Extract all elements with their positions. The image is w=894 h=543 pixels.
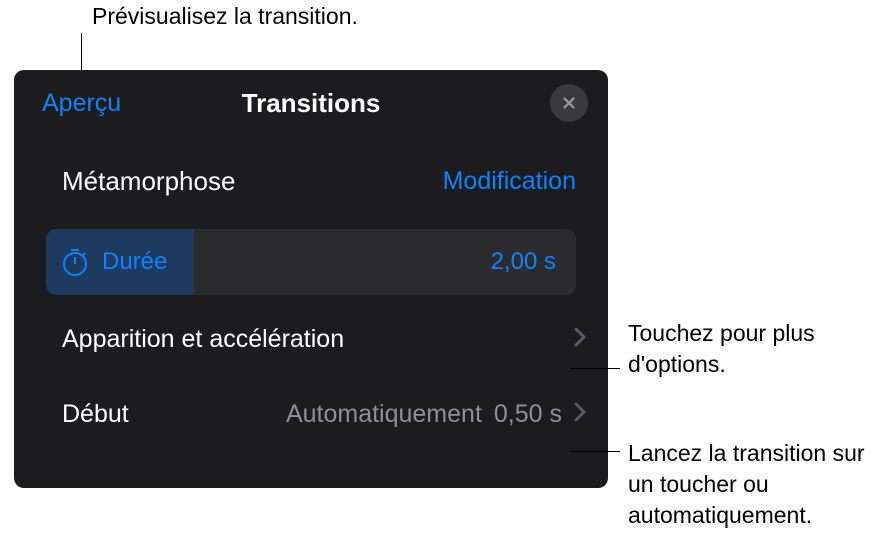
transitions-panel: Aperçu Transitions Métamorphose Modifica… [14,70,608,488]
start-delay-value: 0,50 s [494,400,562,429]
appearance-label: Apparition et accélération [62,325,344,354]
duration-label: Durée [102,248,167,276]
callout-more-options-text: Touchez pour plus d'options. [628,318,894,380]
duration-left-group: Durée [60,247,167,277]
callout-start-text: Lancez la transition sur un toucher ou a… [628,438,894,531]
duration-value: 2,00 s [491,248,556,276]
start-row[interactable]: Début Automatiquement 0,50 s [14,378,608,453]
appearance-acceleration-row[interactable]: Apparition et accélération [14,295,608,378]
callout-leader-line [570,368,620,369]
duration-content: Durée 2,00 s [46,229,576,295]
close-icon [560,94,578,112]
transition-name-label: Métamorphose [62,166,235,197]
panel-title: Transitions [242,88,381,119]
preview-button[interactable]: Aperçu [42,89,121,118]
chevron-right-icon [574,402,586,428]
callout-preview-text: Prévisualisez la transition. [92,3,358,30]
start-right-group: Automatiquement 0,50 s [286,400,586,429]
chevron-right-icon [574,327,586,353]
callout-leader-line [570,451,620,452]
panel-header: Aperçu Transitions [14,70,608,136]
start-label: Début [62,400,129,429]
duration-slider[interactable]: Durée 2,00 s [46,229,576,295]
timer-icon [60,247,90,277]
modification-button[interactable]: Modification [443,167,576,196]
appearance-right-group [574,327,586,353]
start-mode-value: Automatiquement [286,400,482,429]
close-button[interactable] [550,84,588,122]
transition-info-row: Métamorphose Modification [14,136,608,217]
